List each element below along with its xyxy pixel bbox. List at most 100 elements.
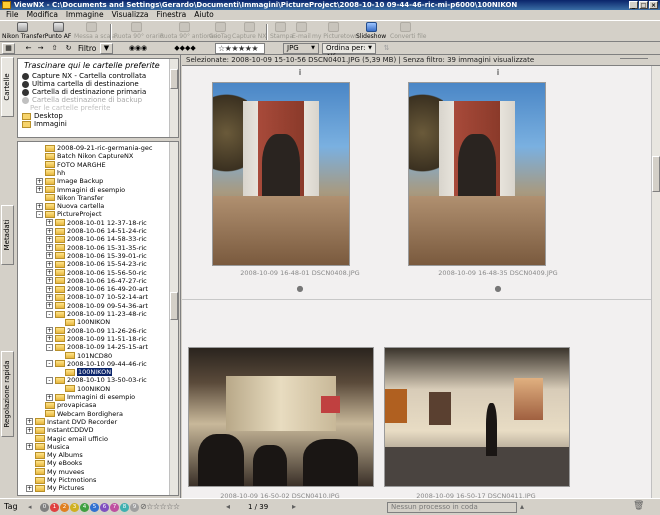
tree-folder-item[interactable]: - 2008-10-10 09-44-46-ric (46, 360, 147, 368)
tree-folder-item[interactable]: 100NIKON (56, 318, 110, 326)
next-image-icon[interactable]: ▸ (292, 502, 296, 511)
nikon-transfer-button[interactable]: Nikon Transfer (2, 22, 45, 42)
collapse-icon[interactable]: - (36, 210, 43, 218)
color-label-7-icon[interactable]: 7 (110, 503, 119, 512)
tag-collapse-icon[interactable]: ◂ (28, 503, 32, 511)
tree-folder-item[interactable]: +2008-10-07 10-52-14-art (46, 293, 148, 301)
af-point-button[interactable]: Punto AF (44, 22, 72, 42)
favorite-folder[interactable]: Immagini (18, 120, 178, 128)
color-label-8-icon[interactable]: 8 (120, 503, 129, 512)
tree-folder-item[interactable]: 101NCD80 (56, 352, 112, 360)
tab-metadati[interactable]: Metadati (1, 205, 14, 265)
favorites-scrollbar[interactable] (169, 59, 178, 137)
expand-icon[interactable]: + (46, 293, 53, 301)
label-filter-icon[interactable]: ◉◉◉ (118, 43, 158, 54)
minimize-button[interactable]: _ (629, 1, 638, 9)
maximize-button[interactable]: □ (639, 1, 648, 9)
expand-icon[interactable]: + (46, 285, 53, 293)
tree-folder-item[interactable]: - 2008-10-09 11-23-48-ric (46, 310, 147, 318)
color-label-9-icon[interactable]: 9 (130, 503, 139, 512)
scale-button[interactable]: Messa a scala (74, 22, 116, 42)
tree-folder-item[interactable]: +2008-10-06 15-56-50-ric (46, 269, 147, 277)
thumbnail-image[interactable] (408, 82, 546, 266)
expand-icon[interactable]: + (26, 443, 33, 451)
thumbnail-cell[interactable]: 2008-10-09 16-50-17 DSCN0411.JPG (378, 335, 574, 500)
tree-folder-item[interactable]: provapicasa (36, 401, 96, 409)
thumbnail-size-slider[interactable] (620, 58, 648, 63)
process-expand-icon[interactable]: ▴ (520, 502, 524, 511)
tree-folder-item[interactable]: + Instant DVD Recorder (26, 418, 117, 426)
collapse-icon[interactable]: - (46, 343, 53, 351)
thumbnail-image[interactable] (188, 347, 374, 487)
favorite-item[interactable]: Cartella di destinazione primaria (18, 88, 178, 96)
tree-folder-item[interactable]: +2008-10-09 11-51-18-ric (46, 335, 147, 343)
expand-icon[interactable]: + (26, 418, 33, 426)
tree-scrollbar[interactable] (169, 142, 178, 495)
expand-icon[interactable]: + (46, 260, 53, 268)
tree-folder-item[interactable]: + Image Backup (36, 177, 103, 185)
scroll-thumb[interactable] (170, 292, 178, 320)
expand-icon[interactable]: + (36, 202, 43, 210)
scroll-thumb[interactable] (170, 69, 178, 89)
expand-icon[interactable]: + (46, 302, 53, 310)
tree-folder-item[interactable]: My muvees (26, 468, 84, 476)
tree-folder-item[interactable]: 100NIKON (56, 385, 110, 393)
tree-folder-item[interactable]: +2008-10-06 16-47-27-ric (46, 277, 147, 285)
expand-icon[interactable]: + (46, 269, 53, 276)
expand-icon[interactable]: + (26, 426, 33, 434)
menu-immagine[interactable]: Immagine (62, 10, 108, 20)
tree-folder-item[interactable]: +2008-10-06 16-49-20-art (46, 285, 148, 293)
expand-icon[interactable]: + (46, 327, 53, 335)
email-button[interactable]: E-mail (292, 22, 311, 42)
expand-icon[interactable]: + (46, 227, 53, 235)
rotate-ccw-button[interactable]: Ruota 90° antiorario (160, 22, 221, 42)
menu-visualizza[interactable]: Visualizza (108, 10, 153, 20)
menu-modifica[interactable]: Modifica (23, 10, 62, 20)
tree-folder-item[interactable]: + Immagini di esempio (46, 393, 135, 401)
scroll-thumb[interactable] (652, 156, 660, 192)
format-filter-select[interactable]: JPG ▼ (283, 43, 319, 54)
rating-filter[interactable]: ☆★★★★★ (215, 43, 265, 54)
color-label-5-icon[interactable]: 5 (90, 503, 99, 512)
menu-file[interactable]: File (2, 10, 23, 20)
expand-icon[interactable]: + (46, 244, 53, 252)
tree-folder-item[interactable]: My Albums (26, 451, 83, 459)
tree-folder-item[interactable]: - PictureProject (36, 210, 102, 218)
tree-folder-item[interactable]: Nikon Transfer (36, 194, 104, 202)
picturetown-button[interactable]: my Picturetown (312, 22, 359, 42)
color-label-filter-icon[interactable]: ◆◆◆◆ (160, 43, 210, 54)
tree-folder-item[interactable]: + Nuova cartella (36, 202, 104, 210)
convert-file-button[interactable]: Converti file (390, 22, 426, 42)
tree-folder-item[interactable]: +2008-10-06 15-31-35-ric (46, 244, 147, 252)
thumbnail-cell[interactable]: 2008-10-09 16-50-02 DSCN0410.JPG (182, 335, 378, 500)
tree-folder-item[interactable]: - 2008-10-10 13-50-03-ric (46, 376, 147, 384)
tab-regolazione-rapida[interactable]: Regolazione rapida (1, 351, 14, 437)
tree-folder-item[interactable]: + Immagini di esempio (36, 186, 125, 194)
tree-folder-item[interactable]: 100NIKON (56, 368, 113, 377)
color-label-1-icon[interactable]: 1 (50, 503, 59, 512)
sort-order-icon[interactable]: ⇅ (380, 43, 393, 54)
tree-folder-item[interactable]: Batch Nikon CaptureNX (36, 152, 133, 160)
rating-buttons[interactable]: ⊘☆☆☆☆☆ (140, 502, 180, 511)
expand-icon[interactable]: + (36, 186, 43, 193)
tree-folder-item[interactable]: +2008-10-06 15-39-01-ric (46, 252, 147, 260)
tree-folder-item[interactable]: My Pictmotions (26, 476, 96, 484)
color-label-2-icon[interactable]: 2 (60, 503, 69, 512)
tree-folder-item[interactable]: 2008-09-21-ric-germania-gec (36, 144, 152, 152)
color-label-0-icon[interactable]: 0 (40, 503, 49, 512)
close-button[interactable]: × (649, 1, 658, 9)
expand-icon[interactable]: + (26, 484, 33, 492)
grid-view-icon[interactable]: ▦ (2, 43, 15, 54)
tree-folder-item[interactable]: +2008-10-06 14-58-33-ric (46, 235, 147, 243)
tree-folder-item[interactable]: + My Pictures (26, 484, 84, 492)
slideshow-button[interactable]: Slideshow (356, 22, 386, 42)
menu-aiuto[interactable]: Aiuto (190, 10, 218, 20)
color-label-6-icon[interactable]: 6 (100, 503, 109, 512)
expand-icon[interactable]: + (36, 177, 43, 185)
favorite-folder[interactable]: Desktop (18, 112, 178, 120)
folder-up-icon[interactable]: ⇧ (48, 43, 61, 54)
tree-folder-item[interactable]: FOTO MARGHE (36, 161, 106, 169)
print-button[interactable]: Stampa (270, 22, 293, 42)
expand-icon[interactable]: + (46, 277, 53, 285)
tree-folder-item[interactable]: My eBooks (26, 459, 82, 467)
